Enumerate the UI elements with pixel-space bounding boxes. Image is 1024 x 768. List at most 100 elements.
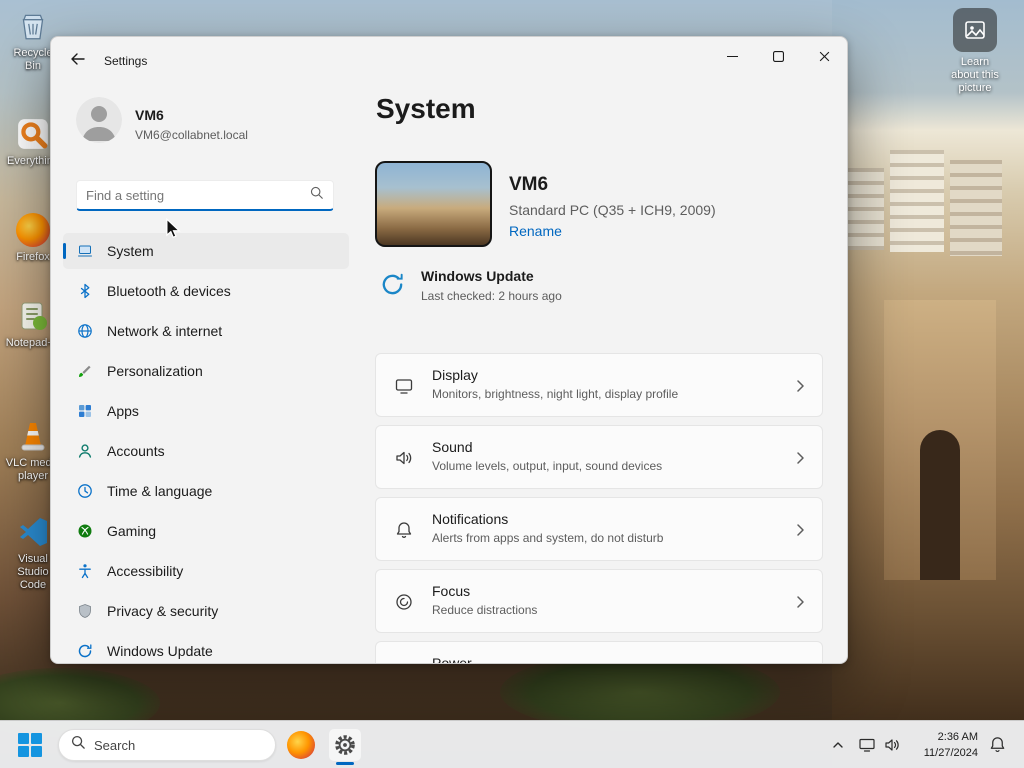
bluetooth-icon — [77, 283, 93, 299]
sidebar-item-label: Windows Update — [107, 643, 213, 659]
sidebar-item-apps[interactable]: Apps — [63, 393, 349, 429]
sidebar-item-label: Gaming — [107, 523, 157, 539]
card-sound[interactable]: Sound Volume levels, output, input, soun… — [375, 425, 823, 489]
taskbar-firefox-icon[interactable] — [287, 731, 315, 759]
wallpaper-building — [890, 150, 944, 252]
chevron-right-icon — [792, 594, 808, 610]
window-controls — [709, 37, 847, 75]
tray-chevron-up-icon[interactable] — [831, 738, 845, 752]
chevron-right-icon — [792, 378, 808, 394]
chevron-right-icon — [792, 522, 808, 538]
card-title: Notifications — [432, 511, 509, 527]
vscode-icon — [15, 514, 51, 550]
card-subtitle: Alerts from apps and system, do not dist… — [432, 531, 664, 545]
settings-search-box[interactable] — [76, 180, 334, 211]
windows-logo-icon — [18, 733, 29, 744]
taskbar-search[interactable]: Search — [58, 729, 276, 761]
sidebar-item-label: Personalization — [107, 363, 203, 379]
find-a-setting-input[interactable] — [86, 187, 310, 203]
card-title: Sound — [432, 439, 473, 455]
card-title: Power — [432, 655, 472, 664]
xbox-icon — [77, 523, 93, 539]
paintbrush-icon — [77, 363, 93, 379]
card-focus[interactable]: Focus Reduce distractions — [375, 569, 823, 633]
taskbar-clock[interactable]: 2:36 AM 11/27/2024 — [908, 729, 978, 761]
sidebar-item-privacy-security[interactable]: Privacy & security — [63, 593, 349, 629]
everything-icon — [15, 116, 51, 152]
sidebar-item-label: Accounts — [107, 443, 165, 459]
card-subtitle: Monitors, brightness, night light, displ… — [432, 387, 679, 401]
spotlight-widget[interactable]: Learn about this picture — [946, 8, 1004, 95]
apps-grid-icon — [77, 403, 93, 419]
windows-logo-icon — [31, 746, 42, 757]
card-notifications[interactable]: Notifications Alerts from apps and syste… — [375, 497, 823, 561]
card-title: Focus — [432, 583, 471, 599]
sidebar-item-label: Time & language — [107, 483, 213, 499]
selected-indicator — [63, 243, 66, 259]
sidebar-item-system[interactable]: System — [63, 233, 349, 269]
display-icon — [394, 376, 414, 396]
mouse-cursor — [165, 217, 181, 245]
update-arrows-icon — [77, 643, 93, 659]
speaker-icon — [394, 448, 414, 468]
card-subtitle: Volume levels, output, input, sound devi… — [432, 459, 663, 473]
clock-date: 11/27/2024 — [923, 747, 978, 759]
accessibility-person-icon — [77, 563, 93, 579]
sidebar-item-label: Network & internet — [107, 323, 223, 339]
maximize-button[interactable] — [755, 37, 801, 75]
firefox-icon — [15, 212, 51, 248]
sidebar-item-label: Accessibility — [107, 563, 184, 579]
sidebar-item-accessibility[interactable]: Accessibility — [63, 553, 349, 589]
vlc-icon — [15, 418, 51, 454]
sidebar-item-label: System — [107, 243, 154, 259]
sidebar-item-time-language[interactable]: Time & language — [63, 473, 349, 509]
card-power[interactable]: Power — [375, 641, 823, 664]
avatar[interactable] — [76, 97, 122, 143]
active-app-indicator — [336, 762, 354, 765]
tray-display-icon[interactable] — [858, 736, 876, 754]
wallpaper-bridge-arch — [920, 430, 960, 580]
device-picture — [375, 161, 492, 247]
sidebar-item-personalization[interactable]: Personalization — [63, 353, 349, 389]
window-title: Settings — [104, 54, 148, 68]
globe-icon — [77, 323, 93, 339]
notification-bell-icon[interactable] — [988, 735, 1007, 754]
taskbar-settings-icon[interactable] — [329, 729, 361, 761]
clock-icon — [77, 483, 93, 499]
windows-update-icon — [379, 271, 406, 298]
desktop: Recycle Bin Everything Firefox Notepad++… — [0, 0, 1024, 768]
search-icon — [71, 735, 86, 755]
sidebar-item-network-internet[interactable]: Network & internet — [63, 313, 349, 349]
windows-update-status: Last checked: 2 hours ago — [421, 289, 562, 303]
start-button[interactable] — [18, 733, 43, 758]
clock-time: 2:36 AM — [937, 731, 978, 743]
shield-icon — [77, 603, 93, 619]
sidebar-item-label: Bluetooth & devices — [107, 283, 231, 299]
rename-link[interactable]: Rename — [509, 223, 562, 239]
picture-info-icon[interactable] — [953, 8, 997, 52]
windows-update-title[interactable]: Windows Update — [421, 268, 534, 284]
windows-logo-icon — [18, 746, 29, 757]
close-button[interactable] — [801, 37, 847, 75]
search-icon — [310, 186, 324, 205]
card-display[interactable]: Display Monitors, brightness, night ligh… — [375, 353, 823, 417]
tray-volume-icon[interactable] — [883, 736, 901, 754]
settings-nav: System Bluetooth & devices Network & int… — [63, 233, 349, 663]
settings-window: Settings VM6 VM6@collabnet.local Find a … — [50, 36, 848, 664]
sidebar-item-accounts[interactable]: Accounts — [63, 433, 349, 469]
card-subtitle: Reduce distractions — [432, 603, 538, 617]
device-name: VM6 — [509, 174, 549, 195]
back-button[interactable] — [63, 45, 93, 73]
windows-logo-icon — [31, 733, 42, 744]
sidebar-item-windows-update[interactable]: Windows Update — [63, 633, 349, 663]
sidebar-item-gaming[interactable]: Gaming — [63, 513, 349, 549]
recycle-bin-icon — [15, 8, 51, 44]
sidebar-item-bluetooth-devices[interactable]: Bluetooth & devices — [63, 273, 349, 309]
sidebar-item-label: Privacy & security — [107, 603, 219, 619]
taskbar: Search 2:36 AM 11/27/2024 — [0, 720, 1024, 768]
minimize-button[interactable] — [709, 37, 755, 75]
system-icon — [77, 243, 93, 259]
focus-icon — [394, 592, 414, 612]
chevron-right-icon — [792, 450, 808, 466]
person-icon — [77, 443, 93, 459]
